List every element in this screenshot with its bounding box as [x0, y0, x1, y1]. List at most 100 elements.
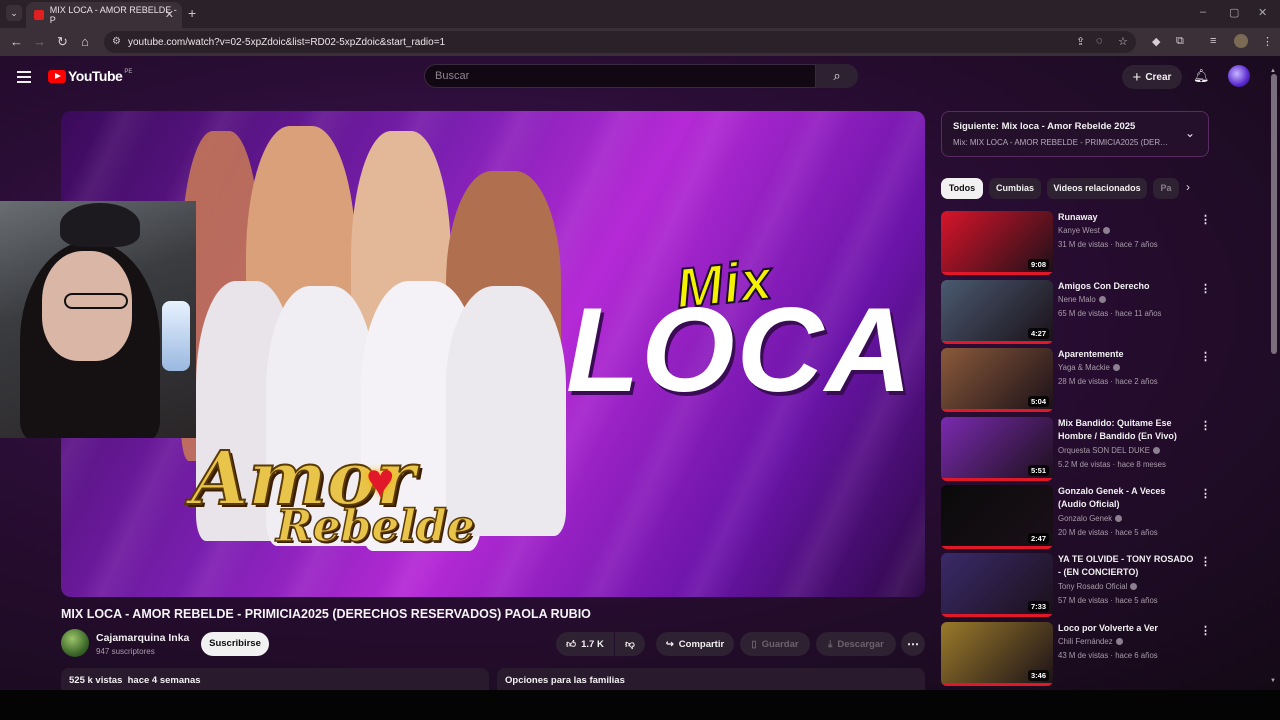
family-options-label: Opciones para las familias [505, 675, 625, 686]
search-input[interactable]: Buscar [424, 64, 816, 88]
browser-menu-icon[interactable]: ⋮ [1262, 35, 1273, 48]
channel-line[interactable]: Gonzalo Genek [1058, 512, 1123, 525]
recommendation-item[interactable]: 4:27 Amigos Con Derecho Nene Malo 65 M de v… [941, 280, 1211, 344]
chevron-down-icon[interactable]: ⌄ [1185, 126, 1195, 140]
back-icon[interactable]: ← [10, 34, 23, 49]
more-options-icon[interactable]: ⋮ [1200, 487, 1211, 500]
reading-list-icon[interactable]: ≡ [1210, 35, 1216, 47]
subscribe-button[interactable]: Suscribirse [201, 632, 269, 656]
channel-name: Gonzalo Genek [1058, 514, 1113, 523]
playlist-next: Siguiente: Mix loca - Amor Rebelde 2025 [953, 121, 1135, 132]
video-title[interactable]: Mix Bandido: Quitame Ese Hombre / Bandid… [1058, 417, 1196, 443]
reload-icon[interactable]: ↻ [57, 34, 68, 50]
chip-cumbias[interactable]: Cumbias [989, 178, 1041, 199]
new-tab-icon[interactable]: + [188, 5, 196, 21]
chip-videos-relacionados[interactable]: Videos relacionados [1047, 178, 1147, 199]
chevron-right-icon[interactable]: › [1186, 180, 1190, 194]
window-close-icon[interactable]: ✕ [1258, 6, 1267, 19]
like-button[interactable]: 👍︎ 1.7 K [556, 632, 614, 656]
tab-title: MIX LOCA - AMOR REBELDE - P [49, 5, 177, 25]
channel-line[interactable]: Orquesta SON DEL DUKE [1058, 444, 1161, 457]
more-options-icon[interactable]: ⋮ [1200, 213, 1211, 226]
search-icon[interactable]: ⌕ [816, 64, 858, 88]
download-button[interactable]: ⤓ Descargar [816, 632, 896, 656]
channel-name: Tony Rosado Oficial [1058, 582, 1128, 591]
like-count: 1.7 K [581, 638, 604, 650]
dislike-button[interactable]: 👎︎ [615, 632, 645, 656]
site-info-icon[interactable]: ⚙ [112, 36, 121, 47]
video-title[interactable]: YA TE OLVIDE - TONY ROSADO - (EN CONCIER… [1058, 553, 1196, 579]
create-label: Crear [1145, 71, 1172, 83]
channel-avatar[interactable] [61, 629, 89, 657]
views-meta: 5.2 M de vistas · hace 8 meses [1058, 460, 1166, 469]
video-title[interactable]: Runaway [1058, 211, 1196, 224]
verified-check-icon [1102, 227, 1110, 235]
scroll-down-icon[interactable]: ▼ [1270, 678, 1276, 684]
create-button[interactable]: + Crear [1122, 65, 1182, 89]
youtube-logo[interactable]: YouTube PE [48, 68, 132, 84]
video-thumbnail[interactable]: 5:04 [941, 348, 1053, 412]
tab-search-icon[interactable]: ⌄ [6, 5, 22, 21]
address-bar[interactable]: ⚙ youtube.com/watch?v=02-5xpZdoic&list=R… [104, 31, 1136, 53]
video-title[interactable]: Loco por Volverte a Ver [1058, 622, 1196, 635]
recommendation-item[interactable]: 7:33 YA TE OLVIDE - TONY ROSADO - (EN CON… [941, 553, 1211, 617]
user-avatar[interactable] [1228, 65, 1250, 87]
bookmark-star-icon[interactable]: ☆ [1118, 35, 1128, 48]
channel-line[interactable]: Nene Malo [1058, 293, 1106, 306]
video-thumbnail[interactable]: 5:51 [941, 417, 1053, 481]
channel-line[interactable]: Yaga & Mackie [1058, 361, 1120, 374]
minimize-icon[interactable]: – [1200, 6, 1206, 18]
more-options-icon[interactable]: ⋮ [1200, 624, 1211, 637]
video-thumbnail[interactable]: 7:33 [941, 553, 1053, 617]
browser-tab[interactable]: MIX LOCA - AMOR REBELDE - P ✕ [26, 2, 182, 28]
share-button[interactable]: ↪ Compartir [656, 632, 734, 656]
restore-icon[interactable]: ▢ [1229, 6, 1239, 19]
recommendation-item[interactable]: 2:47 Gonzalo Genek - A Veces (Audio Ofici… [941, 485, 1211, 549]
menu-icon[interactable] [17, 71, 31, 86]
more-options-icon[interactable]: ⋮ [1200, 350, 1211, 363]
more-options-icon[interactable]: ⋮ [1200, 555, 1211, 568]
recommendation-item[interactable]: 9:08 Runaway Kanye West 31 M de vistas · ha… [941, 211, 1211, 275]
notifications-bell-icon[interactable]: 🔔︎ [1193, 68, 1210, 84]
video-title[interactable]: Gonzalo Genek - A Veces (Audio Oficial) [1058, 485, 1196, 511]
browser-profile-avatar[interactable] [1234, 34, 1248, 48]
views-meta: 43 M de vistas · hace 6 años [1058, 651, 1158, 660]
forward-icon[interactable]: → [33, 34, 46, 49]
video-thumbnail[interactable]: 2:47 [941, 485, 1053, 549]
video-title[interactable]: Amigos Con Derecho [1058, 280, 1196, 293]
thumbs-down-icon: 👎︎ [625, 639, 635, 650]
video-thumbnail[interactable]: 4:27 [941, 280, 1053, 344]
video-duration: 4:27 [1027, 328, 1049, 339]
chip-todos[interactable]: Todos [941, 178, 983, 199]
more-actions-icon[interactable]: ⋯ [901, 632, 925, 656]
extension-diamond-icon[interactable]: ◆ [1152, 35, 1160, 48]
channel-line[interactable]: Tony Rosado Oficial [1058, 580, 1138, 593]
download-icon: ⤓ [828, 638, 833, 650]
channel-line[interactable]: Chili Fernández [1058, 635, 1123, 648]
recommendation-item[interactable]: 5:04 Aparentemente Yaga & Mackie 28 M de vi… [941, 348, 1211, 412]
more-options-icon[interactable]: ⋮ [1200, 419, 1211, 432]
video-duration: 9:08 [1027, 259, 1049, 270]
video-title[interactable]: Aparentemente [1058, 348, 1196, 361]
recommendation-item[interactable]: 5:51 Mix Bandido: Quitame Ese Hombre / Ba… [941, 417, 1211, 481]
channel-name[interactable]: Cajamarquina Inka [96, 632, 189, 644]
recommendation-item[interactable]: 3:46 Loco por Volverte a Ver Chili Fernánd… [941, 622, 1211, 686]
watched-progress-bar [941, 409, 1053, 412]
next-title: Mix loca - Amor Rebelde 2025 [1001, 121, 1136, 132]
extensions-puzzle-icon[interactable]: ⧉ [1176, 35, 1184, 48]
chip-partial[interactable]: Pa [1153, 178, 1179, 199]
eye-off-icon[interactable]: ◌ [1096, 35, 1103, 47]
channel-line[interactable]: Kanye West [1058, 224, 1110, 237]
video-thumbnail[interactable]: 9:08 [941, 211, 1053, 275]
scrollbar-thumb[interactable] [1271, 74, 1277, 354]
video-thumbnail[interactable]: 3:46 [941, 622, 1053, 686]
home-icon[interactable]: ⌂ [81, 34, 89, 49]
page-scrollbar[interactable]: ▲ ▼ [1270, 68, 1278, 684]
close-tab-icon[interactable]: ✕ [165, 8, 174, 21]
thumbnail-rebelde-text: Rebelde [275, 500, 475, 553]
install-app-icon[interactable]: ⇪ [1076, 35, 1085, 48]
more-options-icon[interactable]: ⋮ [1200, 282, 1211, 295]
save-button[interactable]: ▯ Guardar [740, 632, 810, 656]
watched-progress-bar [941, 478, 1053, 481]
playlist-panel[interactable]: Siguiente: Mix loca - Amor Rebelde 2025 … [941, 111, 1209, 157]
